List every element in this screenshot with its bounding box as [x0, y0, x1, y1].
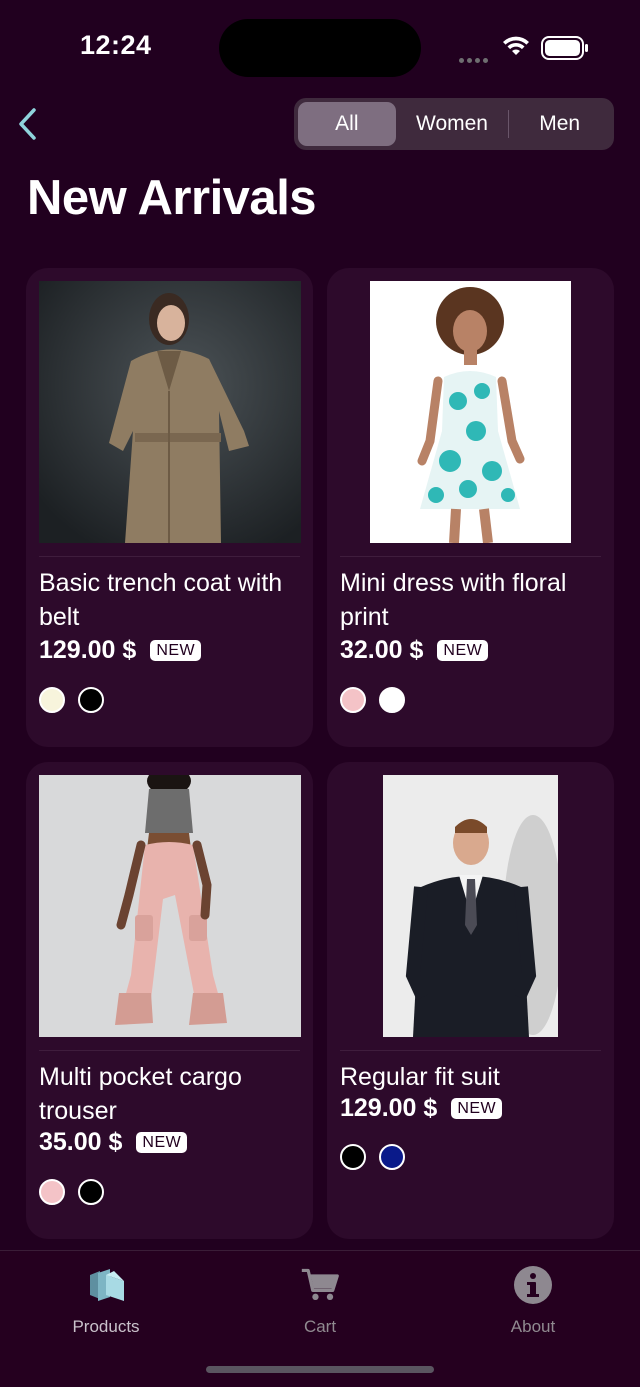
new-badge: NEW: [150, 640, 202, 661]
product-name: Regular fit suit: [340, 1063, 500, 1091]
tab-about[interactable]: About: [463, 1265, 603, 1337]
color-swatches: [39, 1179, 117, 1205]
product-price: 32.00 $: [340, 636, 424, 664]
product-price: 129.00 $: [340, 1094, 438, 1122]
color-swatch-pink[interactable]: [340, 687, 366, 713]
color-swatches: [340, 687, 418, 713]
new-badge: NEW: [451, 1098, 503, 1119]
cellular-signal-icon: [459, 50, 491, 68]
product-name: Basic trench coat with belt: [39, 569, 283, 631]
price-row: 32.00 $ NEW: [340, 636, 489, 665]
tab-label: About: [510, 1317, 556, 1336]
tab-label: Products: [72, 1317, 140, 1336]
status-bar: 12:24: [0, 0, 640, 96]
product-card[interactable]: Multi pocket cargo trouser 35.00 $ NEW: [26, 762, 313, 1239]
color-swatch-black[interactable]: [78, 1179, 104, 1205]
card-divider: [39, 556, 300, 557]
segment-all[interactable]: All: [298, 102, 396, 146]
price-row: 129.00 $ NEW: [340, 1094, 503, 1123]
tab-cart[interactable]: Cart: [250, 1265, 390, 1337]
new-badge: NEW: [437, 640, 489, 661]
info-icon: [513, 1265, 553, 1305]
tab-products[interactable]: Products: [36, 1265, 176, 1337]
product-card[interactable]: Basic trench coat with belt 129.00 $ NEW: [26, 268, 313, 747]
tab-bar: Products Cart About: [0, 1250, 640, 1387]
dynamic-island: [219, 19, 421, 77]
status-time: 12:24: [80, 30, 152, 60]
trench-coat-photo: [39, 281, 301, 543]
color-swatch-navy[interactable]: [379, 1144, 405, 1170]
product-name: Multi pocket cargo trouser: [39, 1063, 242, 1125]
page-title: New Arrivals: [27, 171, 317, 225]
wifi-icon: [503, 36, 529, 55]
product-card[interactable]: Regular fit suit 129.00 $ NEW: [327, 762, 614, 1239]
color-swatches: [340, 1144, 418, 1170]
price-row: 129.00 $ NEW: [39, 636, 202, 665]
color-swatch-cream[interactable]: [39, 687, 65, 713]
color-swatch-pink[interactable]: [39, 1179, 65, 1205]
battery-icon: [541, 36, 588, 60]
price-row: 35.00 $ NEW: [39, 1128, 188, 1157]
suit-photo: [383, 775, 558, 1037]
back-button[interactable]: [10, 104, 44, 144]
home-indicator: [206, 1366, 434, 1373]
product-name: Mini dress with floral print: [340, 569, 567, 631]
card-divider: [340, 556, 601, 557]
segment-men[interactable]: Men: [509, 102, 610, 146]
product-price: 129.00 $: [39, 636, 137, 664]
floral-dress-photo: [370, 281, 571, 543]
category-segmented-control: All Women Men: [294, 98, 614, 150]
card-divider: [340, 1050, 601, 1051]
color-swatch-white[interactable]: [379, 687, 405, 713]
card-divider: [39, 1050, 300, 1051]
segment-women[interactable]: Women: [396, 102, 509, 146]
tab-label: Cart: [303, 1317, 337, 1336]
product-price: 35.00 $: [39, 1128, 123, 1156]
cargo-trouser-photo: [39, 775, 301, 1037]
color-swatch-black[interactable]: [340, 1144, 366, 1170]
new-badge: NEW: [136, 1132, 188, 1153]
cart-icon: [300, 1265, 340, 1305]
product-card[interactable]: Mini dress with floral print 32.00 $ NEW: [327, 268, 614, 747]
color-swatches: [39, 687, 117, 713]
color-swatch-black[interactable]: [78, 687, 104, 713]
chevron-left-icon: [19, 108, 36, 140]
products-icon: [86, 1265, 126, 1305]
